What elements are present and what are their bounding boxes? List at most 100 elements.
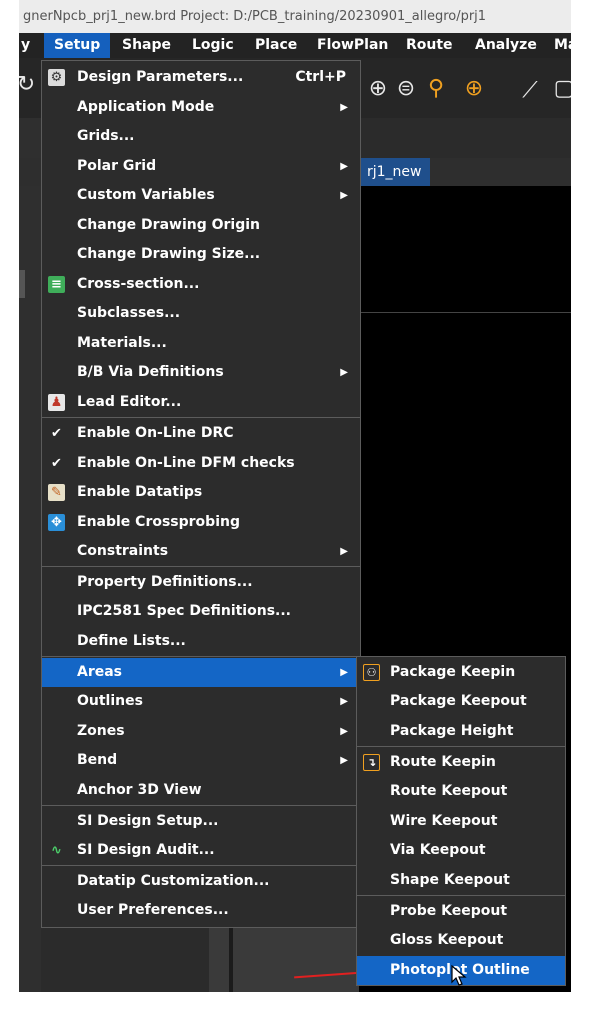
submenu-item-label: Package Height [390, 723, 514, 739]
zoom-icon[interactable]: ⚲ [421, 74, 451, 104]
menu-item-label: Enable Crossprobing [77, 514, 240, 530]
submenu-item-label: Route Keepin [390, 754, 496, 770]
menu-item-label: Property Definitions... [77, 574, 253, 590]
menu-separator [42, 566, 360, 567]
menu-item-label: SI Design Audit... [77, 842, 215, 858]
menu-item-label: Cross-section... [77, 276, 200, 292]
submenu-item-gloss-keepout[interactable]: Gloss Keepout [357, 926, 565, 955]
menu-item-label: Grids... [77, 128, 135, 144]
menu-bar: y Setup Shape Logic Place FlowPlan Route… [19, 33, 571, 58]
submenu-item-probe-keepout[interactable]: Probe Keepout [357, 897, 565, 926]
menu-item-change-drawing-origin[interactable]: Change Drawing Origin [42, 211, 360, 240]
submenu-item-route-keepout[interactable]: Route Keepout [357, 777, 565, 806]
menu-item-label: Enable Datatips [77, 484, 203, 500]
submenu-item-route-keepin[interactable]: ↴ Route Keepin [357, 748, 565, 777]
menu-item-define-lists[interactable]: Define Lists... [42, 627, 360, 656]
menu-item-datatip-customization[interactable]: Datatip Customization... [42, 867, 360, 896]
menu-item-label: Outlines [77, 693, 143, 709]
submenu-arrow-icon: ▶ [340, 190, 348, 201]
submenu-item-package-height[interactable]: Package Height [357, 717, 565, 746]
menu-item-si-design-setup[interactable]: SI Design Setup... [42, 807, 360, 836]
menu-separator [42, 805, 360, 806]
menu-item-user-preferences[interactable]: User Preferences... [42, 896, 360, 925]
left-panel [19, 118, 41, 992]
menu-item-areas[interactable]: Areas ▶ [42, 658, 360, 687]
submenu-arrow-icon: ▶ [340, 367, 348, 378]
menu-item-design-parameters[interactable]: ⚙ Design Parameters... Ctrl+P [42, 63, 360, 92]
menu-item-label: Define Lists... [77, 633, 186, 649]
submenu-arrow-icon: ▶ [340, 102, 348, 113]
shortcut-label: Ctrl+P [295, 69, 346, 85]
check-icon: ✔ [51, 456, 62, 471]
menu-separator [42, 656, 360, 657]
menu-item-bend[interactable]: Bend ▶ [42, 746, 360, 775]
zoom-center-icon[interactable]: ⊕ [459, 74, 489, 104]
menu-item-change-drawing-size[interactable]: Change Drawing Size... [42, 240, 360, 269]
menu-item-label: B/B Via Definitions [77, 364, 224, 380]
menu-item-label: Enable On-Line DRC [77, 425, 234, 441]
design-parameters-icon: ⚙ [48, 69, 65, 86]
submenu-item-label: Wire Keepout [390, 813, 498, 829]
panel-handle[interactable] [19, 270, 25, 298]
menu-item-label: Subclasses... [77, 305, 181, 321]
menu-item-zones[interactable]: Zones ▶ [42, 717, 360, 746]
menu-item-bb-via-definitions[interactable]: B/B Via Definitions ▶ [42, 358, 360, 387]
submenu-item-label: Shape Keepout [390, 872, 510, 888]
menu-separator [42, 865, 360, 866]
menu-item-enable-online-dfm[interactable]: ✔ Enable On-Line DFM checks [42, 449, 360, 478]
zoom-fit-icon[interactable]: ⊜ [391, 74, 421, 104]
add-connect-icon[interactable]: ⟋ [515, 76, 545, 106]
submenu-arrow-icon: ▶ [340, 755, 348, 766]
toolbar-more-icon[interactable]: ▢ [549, 74, 571, 104]
submenu-arrow-icon: ▶ [340, 696, 348, 707]
menu-item-subclasses[interactable]: Subclasses... [42, 299, 360, 328]
menu-item-lead-editor[interactable]: ♟ Lead Editor... [42, 388, 360, 417]
submenu-item-label: Route Keepout [390, 783, 508, 799]
undo-icon[interactable]: ↻ [19, 70, 41, 100]
menu-item-anchor-3d-view[interactable]: Anchor 3D View [42, 776, 360, 805]
tab-design[interactable]: rj1_new [359, 158, 430, 186]
menu-analyze[interactable]: Analyze [475, 33, 537, 58]
menu-item-enable-datatips[interactable]: ✎ Enable Datatips [42, 478, 360, 507]
submenu-item-via-keepout[interactable]: Via Keepout [357, 836, 565, 865]
menu-item-materials[interactable]: Materials... [42, 329, 360, 358]
menu-separator [357, 895, 565, 896]
menu-item-outlines[interactable]: Outlines ▶ [42, 687, 360, 716]
si-audit-icon: ∿ [51, 843, 62, 858]
menu-item-label: Constraints [77, 543, 169, 559]
menu-item-enable-crossprobing[interactable]: ✥ Enable Crossprobing [42, 508, 360, 537]
menu-setup[interactable]: Setup [44, 33, 111, 58]
menu-place[interactable]: Place [255, 33, 297, 58]
menu-shape[interactable]: Shape [122, 33, 171, 58]
submenu-arrow-icon: ▶ [340, 667, 348, 678]
submenu-item-package-keepout[interactable]: Package Keepout [357, 687, 565, 716]
menu-item-constraints[interactable]: Constraints ▶ [42, 537, 360, 566]
menu-item-grids[interactable]: Grids... [42, 122, 360, 151]
menu-item-label: SI Design Setup... [77, 813, 219, 829]
submenu-item-shape-keepout[interactable]: Shape Keepout [357, 866, 565, 895]
menu-item-custom-variables[interactable]: Custom Variables ▶ [42, 181, 360, 210]
menu-item-label: Areas [77, 664, 123, 680]
submenu-item-label: Package Keepout [390, 693, 527, 709]
areas-submenu: ⚇ Package Keepin Package Keepout Package… [356, 656, 566, 986]
menu-item-si-design-audit[interactable]: ∿ SI Design Audit... [42, 836, 360, 865]
menu-item-label: Application Mode [77, 99, 215, 115]
crossprobing-icon: ✥ [48, 514, 65, 531]
setup-menu: ⚙ Design Parameters... Ctrl+P Applicatio… [41, 60, 361, 928]
menu-item-polar-grid[interactable]: Polar Grid ▶ [42, 152, 360, 181]
submenu-item-wire-keepout[interactable]: Wire Keepout [357, 807, 565, 836]
menu-item-label: Materials... [77, 335, 167, 351]
menu-item-enable-online-drc[interactable]: ✔ Enable On-Line DRC [42, 419, 360, 448]
menu-item-application-mode[interactable]: Application Mode ▶ [42, 93, 360, 122]
menu-separator [42, 417, 360, 418]
menu-route[interactable]: Route [406, 33, 453, 58]
menu-view[interactable]: y [21, 33, 30, 58]
submenu-item-package-keepin[interactable]: ⚇ Package Keepin [357, 658, 565, 687]
menu-more[interactable]: Ma [554, 33, 571, 58]
menu-item-property-definitions[interactable]: Property Definitions... [42, 568, 360, 597]
menu-item-cross-section[interactable]: ≡ Cross-section... [42, 270, 360, 299]
menu-item-ipc2581[interactable]: IPC2581 Spec Definitions... [42, 597, 360, 626]
menu-flowplan[interactable]: FlowPlan [317, 33, 388, 58]
menu-logic[interactable]: Logic [192, 33, 234, 58]
zoom-in-icon[interactable]: ⊕ [363, 74, 393, 104]
